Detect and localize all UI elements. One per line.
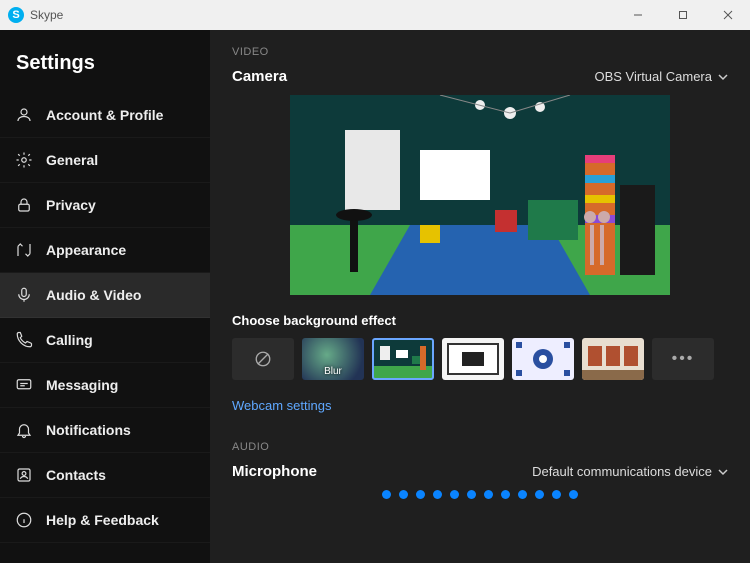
sidebar-item-calling[interactable]: Calling [0,318,210,363]
microphone-level-meter [232,490,728,499]
sidebar-item-label: Help & Feedback [46,512,159,528]
level-dot [518,490,527,499]
level-dot [399,490,408,499]
sidebar-item-label: Account & Profile [46,107,163,123]
sidebar-item-privacy[interactable]: Privacy [0,183,210,228]
titlebar: S Skype [0,0,750,30]
level-dot [484,490,493,499]
microphone-icon [14,285,34,305]
contacts-icon [14,465,34,485]
bg-effect-blur-label: Blur [302,366,364,377]
sidebar-item-label: Privacy [46,197,96,213]
chevron-down-icon [718,467,728,477]
close-button[interactable] [705,0,750,30]
sidebar-item-contacts[interactable]: Contacts [0,453,210,498]
skype-logo-icon: S [8,7,24,23]
minimize-button[interactable] [615,0,660,30]
level-dot [535,490,544,499]
bg-effect-blur[interactable]: Blur [302,338,364,380]
phone-icon [14,330,34,350]
lock-icon [14,195,34,215]
camera-dropdown[interactable]: OBS Virtual Camera [594,69,728,84]
level-dot [569,490,578,499]
sidebar-item-account-profile[interactable]: Account & Profile [0,93,210,138]
info-icon [14,510,34,530]
sidebar-item-messaging[interactable]: Messaging [0,363,210,408]
chevron-down-icon [718,72,728,82]
bg-effect-gallery[interactable] [442,338,504,380]
settings-sidebar: Settings Account & Profile General Priva… [0,30,210,563]
sidebar-item-audio-video[interactable]: Audio & Video [0,273,210,318]
background-effect-heading: Choose background effect [232,313,728,328]
level-dot [501,490,510,499]
audio-section-label: AUDIO [232,441,728,453]
message-icon [14,375,34,395]
sidebar-item-label: Appearance [46,242,126,258]
level-dot [450,490,459,499]
window-controls [615,0,750,30]
person-icon [14,105,34,125]
video-section-label: VIDEO [232,46,728,58]
microphone-heading: Microphone [232,463,317,480]
sidebar-item-label: General [46,152,98,168]
webcam-settings-link[interactable]: Webcam settings [232,398,728,413]
microphone-dropdown[interactable]: Default communications device [532,464,728,479]
level-dot [433,490,442,499]
background-effects-row: Blur ••• [232,338,728,380]
app-title: Skype [30,8,615,22]
sidebar-item-help-feedback[interactable]: Help & Feedback [0,498,210,543]
level-dot [416,490,425,499]
appearance-icon [14,240,34,260]
settings-nav: Account & Profile General Privacy Appear… [0,93,210,543]
bg-effect-more-button[interactable]: ••• [652,338,714,380]
sidebar-item-label: Messaging [46,377,118,393]
bell-icon [14,420,34,440]
settings-title: Settings [0,30,210,93]
bg-effect-none[interactable] [232,338,294,380]
sidebar-item-label: Audio & Video [46,287,141,303]
sidebar-item-label: Calling [46,332,93,348]
gear-icon [14,150,34,170]
bg-effect-room[interactable] [372,338,434,380]
bg-effect-cafe[interactable] [582,338,644,380]
sidebar-item-label: Contacts [46,467,106,483]
microphone-selected-value: Default communications device [532,464,712,479]
bg-effect-tile-pattern[interactable] [512,338,574,380]
sidebar-item-notifications[interactable]: Notifications [0,408,210,453]
level-dot [382,490,391,499]
camera-heading: Camera [232,68,287,85]
sidebar-item-general[interactable]: General [0,138,210,183]
level-dot [552,490,561,499]
camera-selected-value: OBS Virtual Camera [594,69,712,84]
maximize-button[interactable] [660,0,705,30]
sidebar-item-appearance[interactable]: Appearance [0,228,210,273]
settings-content: VIDEO Camera OBS Virtual Camera [210,30,750,563]
level-dot [467,490,476,499]
camera-preview [290,95,670,295]
sidebar-item-label: Notifications [46,422,131,438]
